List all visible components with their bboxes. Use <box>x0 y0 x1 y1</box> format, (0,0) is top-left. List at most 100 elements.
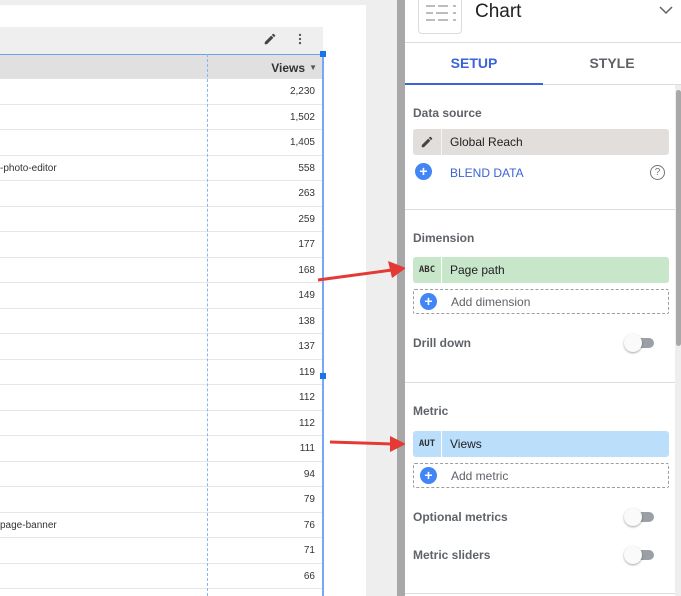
cell-views: 119 <box>299 366 315 378</box>
data-source-name: Global Reach <box>450 135 523 149</box>
table-toolbar <box>0 27 323 54</box>
selection-border-right <box>322 54 324 596</box>
table-row[interactable]: 111 <box>0 436 323 462</box>
drill-down-toggle[interactable] <box>624 334 656 352</box>
table-row[interactable]: 71 <box>0 538 323 564</box>
table-row[interactable]: 79 <box>0 487 323 513</box>
blend-data-button[interactable]: + BLEND DATA <box>413 163 593 183</box>
add-circle-icon: + <box>415 163 432 180</box>
add-circle-icon: + <box>420 293 437 310</box>
tab-setup[interactable]: SETUP <box>405 43 543 85</box>
cell-page-path: page-banner <box>0 519 57 531</box>
cell-views: 1,502 <box>289 111 315 123</box>
column-header-views[interactable]: Views ▼ <box>271 61 317 75</box>
table-row[interactable]: -photo-editor 558 <box>0 156 323 181</box>
add-circle-icon: + <box>420 467 437 484</box>
arrow-head <box>388 261 406 278</box>
text-type-icon: ABC <box>413 257 442 283</box>
cell-views: 138 <box>298 315 315 327</box>
cell-views: 94 <box>303 468 315 480</box>
panel-header: Chart <box>405 0 681 43</box>
tab-style[interactable]: STYLE <box>543 43 681 85</box>
chevron-down-icon[interactable] <box>659 2 673 20</box>
cell-views: 66 <box>303 570 315 582</box>
pencil-icon[interactable] <box>413 129 442 155</box>
table-row[interactable]: 94 <box>0 462 323 487</box>
table-row[interactable]: 1,405 <box>0 130 323 156</box>
table-row[interactable]: 2,230 <box>0 79 323 105</box>
table-row[interactable]: 149 <box>0 283 323 309</box>
resize-handle-top-right[interactable] <box>320 51 326 57</box>
setup-panel-body: Data source Global Reach + BLEND DATA ? … <box>405 85 675 596</box>
column-resize-guide[interactable] <box>207 54 208 596</box>
cell-views: 149 <box>298 290 315 301</box>
add-dimension-button[interactable]: + Add dimension <box>413 289 669 314</box>
arrow-shaft <box>317 268 393 282</box>
table-row[interactable]: 177 <box>0 232 323 258</box>
help-circle-icon[interactable]: ? <box>650 165 665 180</box>
cell-views: 112 <box>299 417 315 429</box>
sort-desc-caret-icon: ▼ <box>309 63 317 72</box>
blend-data-label: BLEND DATA <box>450 166 524 180</box>
metric-chip-label: Views <box>450 437 482 451</box>
cell-views: 112 <box>299 392 315 403</box>
metric-sliders-label: Metric sliders <box>413 548 491 562</box>
dimension-chip-page-path[interactable]: ABC Page path <box>413 257 669 283</box>
table-row[interactable]: 119 <box>0 360 323 385</box>
optional-metrics-label: Optional metrics <box>413 510 508 524</box>
drill-down-label: Drill down <box>413 336 471 350</box>
views-header-label: Views <box>271 61 306 75</box>
table-chart-type-icon[interactable] <box>418 0 462 34</box>
more-vert-icon[interactable] <box>292 32 308 48</box>
add-metric-label: Add metric <box>451 469 509 483</box>
section-divider <box>405 593 675 594</box>
panel-scrollbar-thumb[interactable] <box>676 90 681 346</box>
panel-tabs: SETUP STYLE <box>405 43 681 85</box>
resize-handle-right[interactable] <box>320 373 326 379</box>
optional-metrics-toggle[interactable] <box>624 508 656 526</box>
annotation-arrow-metric <box>329 436 406 452</box>
properties-panel: Chart SETUP STYLE Data source Global Rea… <box>405 0 681 596</box>
cell-views: 76 <box>303 519 315 531</box>
table-row[interactable]: 137 <box>0 334 323 360</box>
dimension-label: Dimension <box>413 231 475 245</box>
cell-views: 177 <box>298 239 315 250</box>
cell-views: 137 <box>298 341 315 352</box>
cell-views: 263 <box>298 188 315 199</box>
cell-views: 111 <box>299 443 315 454</box>
add-dimension-label: Add dimension <box>451 295 531 309</box>
metric-label: Metric <box>413 404 449 418</box>
cell-views: 259 <box>298 213 315 225</box>
cell-views: 558 <box>298 162 315 174</box>
arrow-shaft <box>329 440 393 446</box>
aggregation-type-icon: AUT <box>413 431 442 457</box>
table-chart[interactable]: Views ▼ 2,230 1,502 1,405 -photo-editor 558 26… <box>0 27 326 596</box>
cell-views: 1,405 <box>289 137 315 148</box>
pencil-icon[interactable] <box>262 32 278 48</box>
table-row[interactable]: 66 <box>0 564 323 589</box>
report-page: Views ▼ 2,230 1,502 1,405 -photo-editor 558 26… <box>0 5 366 596</box>
table-row[interactable]: page-banner 76 <box>0 513 323 538</box>
data-source-label: Data source <box>413 106 482 120</box>
table-row[interactable]: 1,502 <box>0 105 323 130</box>
cell-views: 2,230 <box>289 86 315 97</box>
cell-views: 79 <box>303 494 315 505</box>
data-source-chip[interactable]: Global Reach <box>413 129 669 155</box>
table-row[interactable]: 112 <box>0 411 323 436</box>
table-row[interactable]: 112 <box>0 385 323 411</box>
cell-page-path: -photo-editor <box>0 162 57 174</box>
metric-chip-views[interactable]: AUT Views <box>413 431 669 457</box>
table-row[interactable]: 138 <box>0 309 323 334</box>
annotation-arrow-dimension <box>317 261 406 282</box>
cell-views: 168 <box>298 264 315 276</box>
table-row[interactable]: 259 <box>0 207 323 232</box>
table-row[interactable]: 263 <box>0 181 323 207</box>
table-body: 2,230 1,502 1,405 -photo-editor 558 263 259 177… <box>0 79 323 589</box>
dimension-chip-label: Page path <box>450 263 505 277</box>
table-row[interactable]: 168 <box>0 258 323 283</box>
add-metric-button[interactable]: + Add metric <box>413 463 669 488</box>
section-divider <box>405 382 675 383</box>
report-canvas: Views ▼ 2,230 1,502 1,405 -photo-editor 558 26… <box>0 0 397 596</box>
metric-sliders-toggle[interactable] <box>624 546 656 564</box>
section-divider <box>405 209 675 210</box>
